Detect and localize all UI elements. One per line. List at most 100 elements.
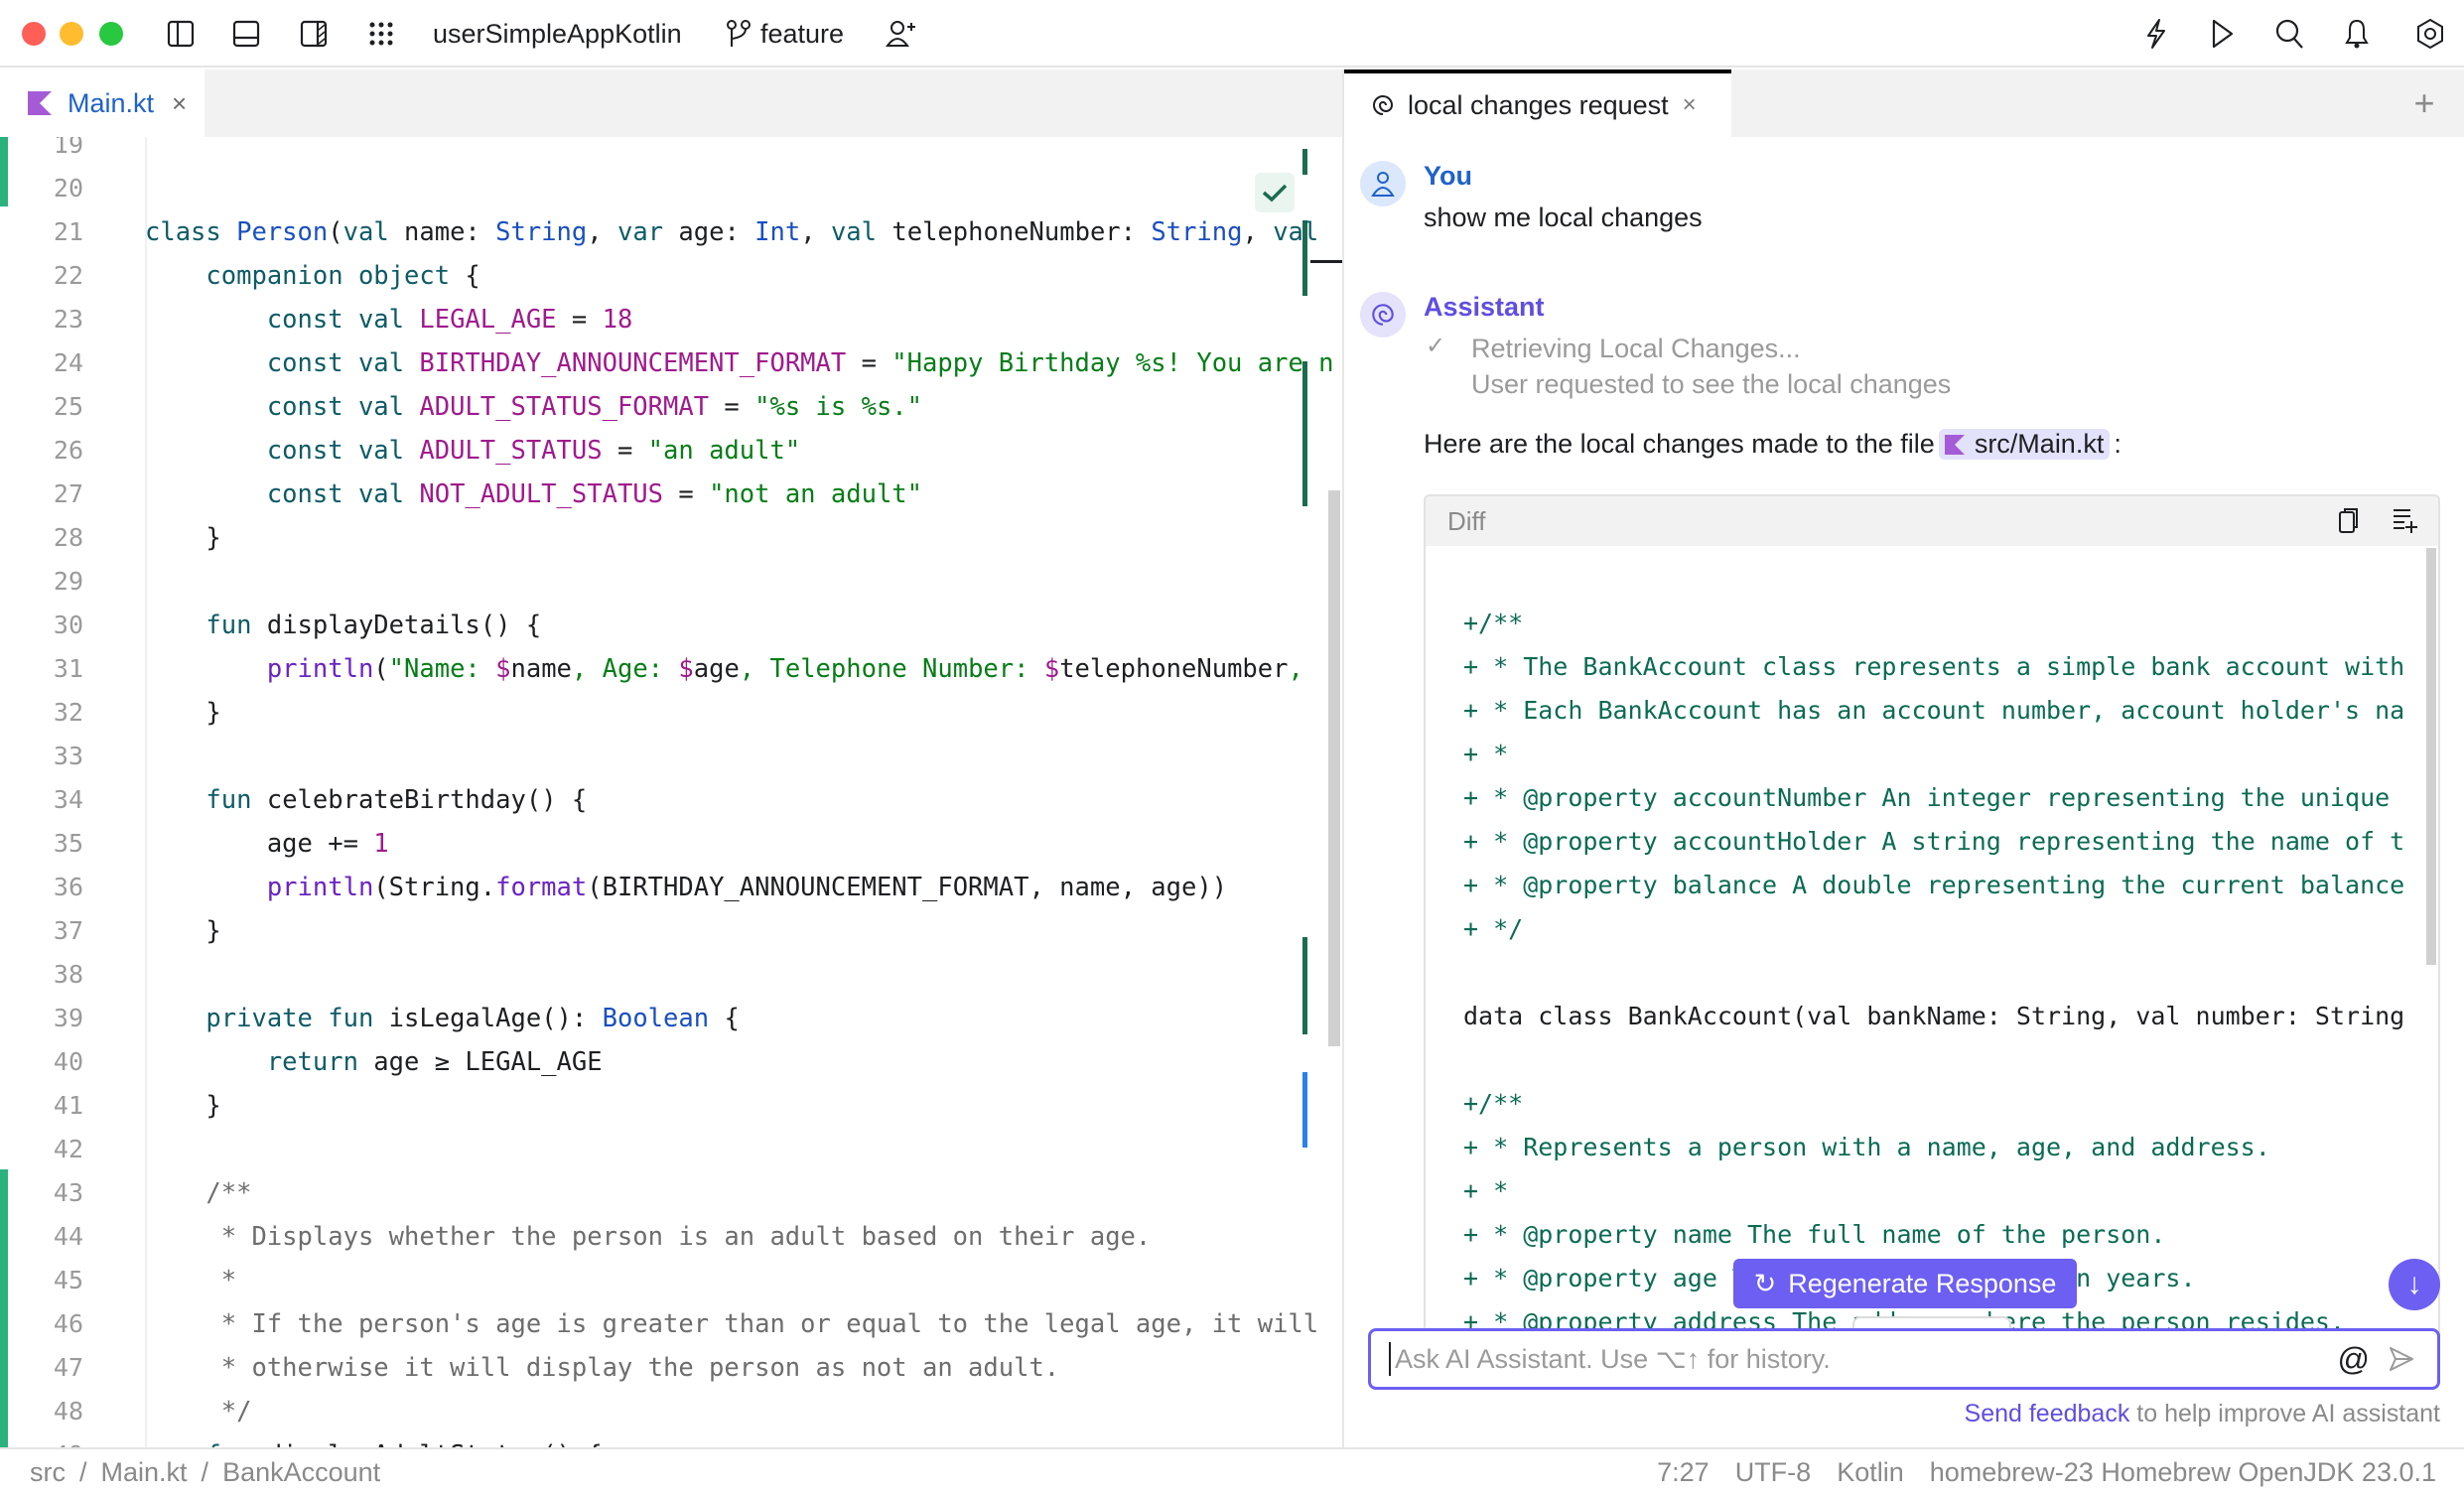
line-number[interactable]: 24 <box>0 341 137 385</box>
line-number[interactable]: 41 <box>0 1084 137 1128</box>
line-number[interactable]: 19 <box>0 137 137 167</box>
copy-icon[interactable] <box>2333 504 2365 536</box>
code-line[interactable]: } <box>145 909 220 953</box>
sidebar-left-icon[interactable] <box>165 18 197 50</box>
bell-icon[interactable] <box>2341 18 2373 50</box>
code-line[interactable]: * <box>145 1259 236 1302</box>
code-line[interactable]: println(String.format(BIRTHDAY_ANNOUNCEM… <box>145 866 1227 909</box>
line-number[interactable]: 49 <box>0 1433 137 1447</box>
code-line[interactable]: return age ≥ LEGAL_AGE <box>145 1040 603 1084</box>
panel-bottom-icon[interactable] <box>230 18 262 50</box>
line-number[interactable]: 31 <box>0 647 137 691</box>
line-number[interactable]: 32 <box>0 691 137 735</box>
grid-dots-icon[interactable] <box>365 18 397 50</box>
line-number[interactable]: 21 <box>0 210 137 254</box>
close-tab-icon[interactable]: × <box>1683 91 1697 119</box>
window-close-button[interactable] <box>22 22 46 46</box>
breadcrumb-item[interactable]: BankAccount <box>222 1457 380 1488</box>
line-number[interactable]: 45 <box>0 1259 137 1302</box>
file-link-chip[interactable]: src/Main.kt <box>1938 429 2111 460</box>
line-number[interactable]: 22 <box>0 254 137 298</box>
add-user-icon[interactable] <box>886 18 917 50</box>
code-line[interactable]: * If the person's age is greater than or… <box>145 1302 1318 1346</box>
tab-local-changes-request[interactable]: local changes request × <box>1344 69 1731 137</box>
line-number[interactable]: 29 <box>0 560 137 604</box>
code-line[interactable]: companion object { <box>145 254 479 298</box>
code-line[interactable]: } <box>145 691 220 735</box>
line-number[interactable]: 40 <box>0 1040 137 1084</box>
line-number[interactable]: 43 <box>0 1171 137 1215</box>
file-encoding[interactable]: UTF-8 <box>1735 1457 1812 1488</box>
cursor-position[interactable]: 7:27 <box>1657 1457 1710 1488</box>
line-number[interactable]: 23 <box>0 298 137 341</box>
code-line[interactable]: * otherwise it will display the person a… <box>145 1346 1059 1390</box>
code-line[interactable]: fun displayAdultStatus() { <box>145 1433 602 1447</box>
code-editor[interactable]: 19 20 21 class Person(val name: String, var… <box>0 137 1342 1447</box>
send-icon[interactable] <box>2388 1345 2415 1373</box>
sidebar-right-icon[interactable] <box>298 18 330 50</box>
line-number[interactable]: 26 <box>0 429 137 473</box>
line-number[interactable]: 37 <box>0 909 137 953</box>
lightning-icon[interactable] <box>2140 18 2172 50</box>
code-line[interactable]: const val BIRTHDAY_ANNOUNCEMENT_FORMAT =… <box>145 341 1334 385</box>
line-number[interactable]: 46 <box>0 1302 137 1346</box>
scroll-to-bottom-button[interactable]: ↓ <box>2389 1259 2440 1310</box>
inspection-ok-icon[interactable] <box>1255 173 1295 212</box>
new-chat-button[interactable]: + <box>2404 82 2444 123</box>
line-number[interactable]: 38 <box>0 953 137 997</box>
code-line[interactable]: } <box>145 516 220 560</box>
window-maximize-button[interactable] <box>99 22 123 46</box>
run-icon[interactable] <box>2206 18 2238 50</box>
window-minimize-button[interactable] <box>60 22 83 46</box>
diff-scrollbar[interactable] <box>2426 548 2436 965</box>
line-number[interactable]: 20 <box>0 167 137 210</box>
project-sdk[interactable]: homebrew-23 Homebrew OpenJDK 23.0.1 <box>1930 1457 2436 1488</box>
step-title[interactable]: Retrieving Local Changes... <box>1471 334 1801 364</box>
code-line[interactable]: /** <box>145 1171 251 1215</box>
line-number[interactable]: 48 <box>0 1390 137 1433</box>
code-line[interactable]: const val LEGAL_AGE = 18 <box>145 298 632 341</box>
line-number[interactable]: 34 <box>0 778 137 822</box>
change-marker[interactable] <box>1302 937 1307 1034</box>
code-line[interactable]: age += 1 <box>145 822 389 866</box>
code-line[interactable]: println("Name: $name, Age: $age, Telepho… <box>145 647 1303 691</box>
line-number[interactable]: 47 <box>0 1346 137 1390</box>
search-icon[interactable] <box>2273 18 2305 50</box>
send-feedback-link[interactable]: Send feedback <box>1965 1400 2130 1427</box>
mention-icon[interactable]: @ <box>2338 1341 2370 1378</box>
line-number[interactable]: 42 <box>0 1128 137 1171</box>
chat-input-box[interactable]: @ <box>1368 1328 2440 1390</box>
code-line[interactable]: */ <box>145 1390 252 1433</box>
line-number[interactable]: 28 <box>0 516 137 560</box>
tab-main-kt[interactable]: Main.kt × <box>0 69 205 137</box>
code-line[interactable]: fun displayDetails() { <box>145 604 541 647</box>
line-number[interactable]: 33 <box>0 735 137 778</box>
change-marker[interactable] <box>1302 1072 1307 1148</box>
breadcrumb-item[interactable]: Main.kt <box>101 1457 188 1488</box>
insert-icon[interactable] <box>2389 504 2420 536</box>
gear-icon[interactable] <box>2414 18 2446 50</box>
line-number[interactable]: 36 <box>0 866 137 909</box>
code-line[interactable]: const val NOT_ADULT_STATUS = "not an adu… <box>145 473 922 516</box>
line-number[interactable]: 39 <box>0 997 137 1040</box>
code-line[interactable]: * Displays whether the person is an adul… <box>145 1215 1152 1259</box>
editor-scrollbar[interactable] <box>1328 490 1340 1046</box>
branch-name[interactable]: feature <box>760 18 844 50</box>
regenerate-response-button[interactable]: ↻ Regenerate Response <box>1733 1259 2077 1308</box>
code-line[interactable]: private fun isLegalAge(): Boolean { <box>145 997 739 1040</box>
line-number[interactable]: 44 <box>0 1215 137 1259</box>
code-line[interactable]: fun celebrateBirthday() { <box>145 778 587 822</box>
code-line[interactable]: } <box>145 1084 220 1128</box>
code-line[interactable]: const val ADULT_STATUS = "an adult" <box>145 429 800 473</box>
chat-input[interactable] <box>1389 1342 2338 1376</box>
code-line[interactable]: const val ADULT_STATUS_FORMAT = "%s is %… <box>145 385 922 429</box>
line-number[interactable]: 27 <box>0 473 137 516</box>
close-tab-icon[interactable]: × <box>172 88 187 119</box>
line-number[interactable]: 25 <box>0 385 137 429</box>
file-language[interactable]: Kotlin <box>1837 1457 1904 1488</box>
line-number[interactable]: 35 <box>0 822 137 866</box>
project-name[interactable]: userSimpleAppKotlin <box>433 18 682 50</box>
line-number[interactable]: 30 <box>0 604 137 647</box>
breadcrumb-item[interactable]: src <box>30 1457 66 1488</box>
code-line[interactable]: class Person(val name: String, var age: … <box>145 210 1318 254</box>
